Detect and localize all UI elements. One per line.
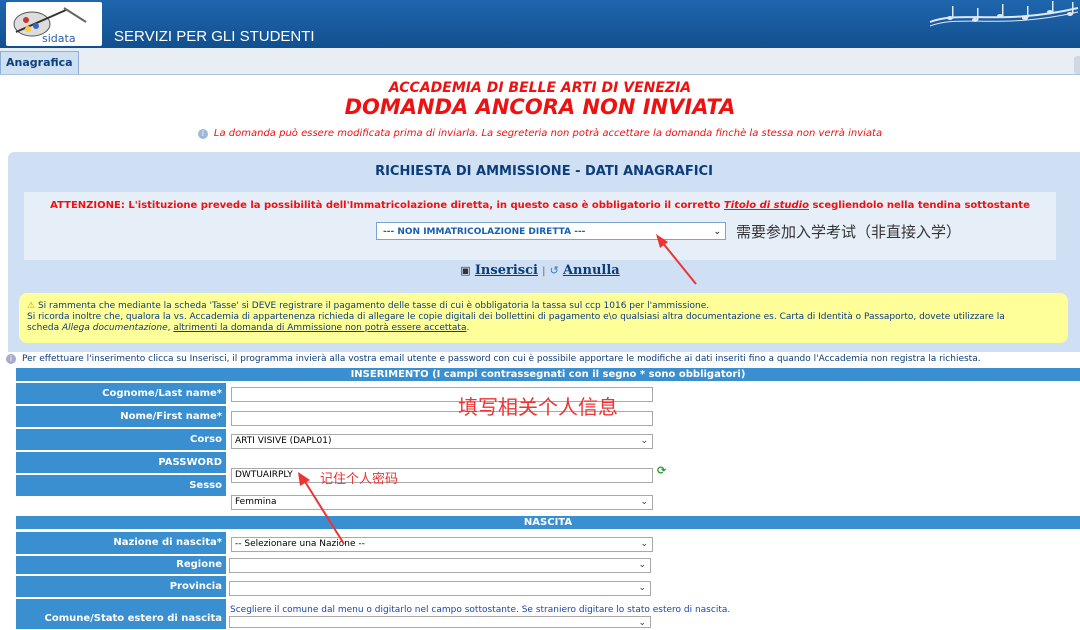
warning-link: Titolo di studio [723, 200, 809, 211]
panel-title: RICHIESTA DI AMMISSIONE - DATI ANAGRAFIC… [375, 164, 713, 179]
institution-name: ACCADEMIA DI BELLE ARTI DI VENEZIA [388, 80, 692, 96]
instructions-text: Per effettuare l'inserimento clicca su I… [22, 354, 981, 364]
warning-post: scegliendolo nella tendina sottostante [808, 200, 1030, 211]
cancel-link[interactable]: Annulla [563, 263, 620, 278]
provincia-select[interactable]: ⌄ [229, 581, 651, 596]
regione-select[interactable]: ⌄ [229, 558, 651, 573]
notice-line-3-post: . [466, 323, 470, 333]
action-bar: ▣ Inserisci | ↺ Annulla [0, 263, 1080, 278]
instructions: i Per effettuare l'inserimento clicca su … [6, 354, 981, 364]
section-insert-header: INSERIMENTO (I campi contrassegnati con … [16, 368, 1080, 381]
warning-box: ATTENZIONE: L'istituzione prevede la pos… [24, 192, 1056, 260]
insert-link[interactable]: Inserisci [475, 263, 538, 278]
label-nazione: Nazione di nascita* [16, 532, 226, 554]
warning-pre: ATTENZIONE: L'istituzione prevede la pos… [50, 200, 724, 211]
status-note: i La domanda può essere modificata prima … [0, 128, 1080, 139]
music-notes-decoration [929, 1, 1079, 27]
label-sesso: Sesso [16, 475, 226, 496]
admission-type-value: --- NON IMMATRICOLAZIONE DIRETTA --- [383, 227, 586, 237]
action-separator: | [542, 266, 546, 277]
status-note-text: La domanda può essere modificata prima d… [213, 128, 883, 139]
label-provincia: Provincia [16, 576, 226, 597]
chevron-down-icon: ⌄ [640, 539, 648, 549]
warning-icon: ⚠ [27, 301, 36, 311]
label-nome: Nome/First name* [16, 406, 226, 427]
notice-link[interactable]: altrimenti la domanda di Ammissione non … [173, 323, 466, 333]
chevron-down-icon: ⌄ [713, 227, 721, 237]
chevron-down-icon: ⌄ [640, 497, 648, 507]
chevron-down-icon: ⌄ [640, 436, 648, 446]
label-corso: Corso [16, 429, 226, 450]
annotation-arrow [656, 234, 697, 285]
corso-value: ARTI VISIVE (DAPL01) [235, 436, 332, 446]
notice-line-3-pre: scheda [27, 323, 62, 333]
chevron-down-icon: ⌄ [638, 560, 646, 570]
label-cognome: Cognome/Last name* [16, 383, 226, 404]
label-password: PASSWORD [16, 452, 226, 473]
comune-select[interactable]: ⌄ [229, 616, 651, 628]
section-birth-header: NASCITA [16, 516, 1080, 529]
tab-anagrafica[interactable]: Anagrafica [0, 51, 79, 74]
undo-icon: ↺ [549, 264, 559, 277]
comune-hint: Scegliere il comune dal menu o digitarlo… [230, 605, 731, 615]
app-header: sidata SERVIZI PER GLI STUDENTI [0, 0, 1080, 48]
fee-notice: ⚠ Si rammenta che mediante la scheda 'Ta… [19, 293, 1068, 343]
isidata-logo: sidata [6, 2, 102, 46]
notice-line-3: scheda Allega documentazione, altrimenti… [27, 323, 1060, 334]
app-title: SERVIZI PER GLI STUDENTI [114, 28, 315, 45]
annotation-arrow [298, 472, 345, 545]
chevron-down-icon: ⌄ [638, 583, 646, 593]
info-icon: i [6, 354, 16, 364]
info-icon: i [197, 129, 208, 139]
scroll-edge [1074, 56, 1080, 74]
save-icon: ▣ [460, 264, 471, 277]
sesso-value: Femmina [235, 497, 277, 507]
notice-line-1: ⚠ Si rammenta che mediante la scheda 'Ta… [27, 301, 1060, 312]
warning-text: ATTENZIONE: L'istituzione prevede la pos… [24, 200, 1056, 211]
logo-text: sidata [42, 32, 76, 45]
label-regione: Regione [16, 556, 226, 574]
annotation-admission: 需要参加入学考试（非直接入学） [736, 223, 962, 241]
tab-bar: Anagrafica [0, 48, 1080, 75]
regenerate-password-icon[interactable]: ⟳ [657, 464, 666, 477]
notice-line-1-text: Si rammenta che mediante la scheda 'Tass… [37, 301, 710, 311]
notice-line-2: Si ricorda inoltre che, qualora la vs. A… [27, 312, 1005, 322]
annotation-personal-info: 填写相关个人信息 [458, 395, 618, 419]
notice-line-3-italic: Allega documentazione [61, 323, 168, 333]
corso-select[interactable]: ARTI VISIVE (DAPL01) ⌄ [231, 434, 653, 449]
logo-graphic: sidata [13, 7, 87, 45]
application-status: DOMANDA ANCORA NON INVIATA [344, 95, 736, 119]
chevron-down-icon: ⌄ [638, 618, 646, 628]
